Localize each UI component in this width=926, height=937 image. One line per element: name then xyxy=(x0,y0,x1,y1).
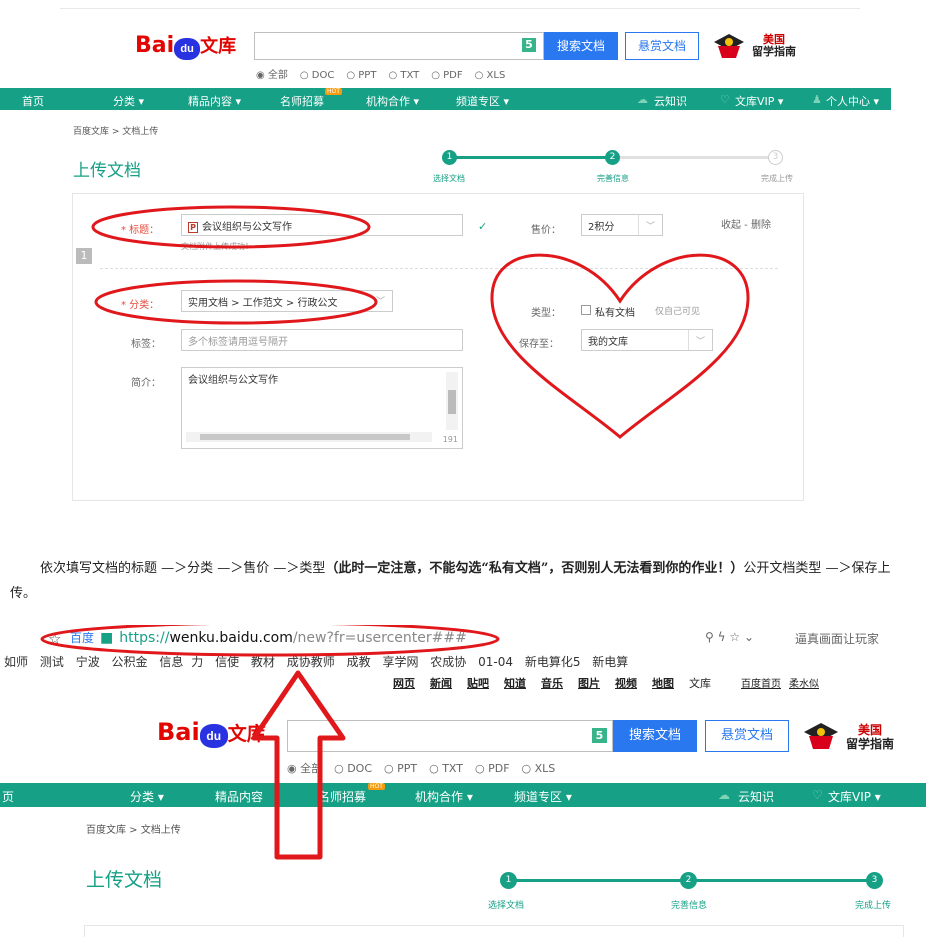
arrow-up-icon xyxy=(251,670,346,860)
ellipse-title xyxy=(91,205,371,249)
instruction-paragraph: 依次填写文档的标题 —＞分类 —＞售价 —＞类型（此时一定注意，不能勾选“私有文… xyxy=(10,561,891,601)
ellipse-category xyxy=(94,279,378,325)
annotation-overlay xyxy=(40,625,500,860)
screenshot-bottom: ☆ 百度 ■ https://wenku.baidu.com/new?fr=user… xyxy=(0,625,926,937)
screenshot-top: Bai du 文库 5 搜索文档 悬赏文档 ◉ 全部 ○ DOC ○ PPT ○ TXT ○… xyxy=(0,0,926,525)
heart-shape xyxy=(490,253,750,439)
annotation-overlay xyxy=(91,205,750,439)
ellipse-url xyxy=(40,625,500,657)
